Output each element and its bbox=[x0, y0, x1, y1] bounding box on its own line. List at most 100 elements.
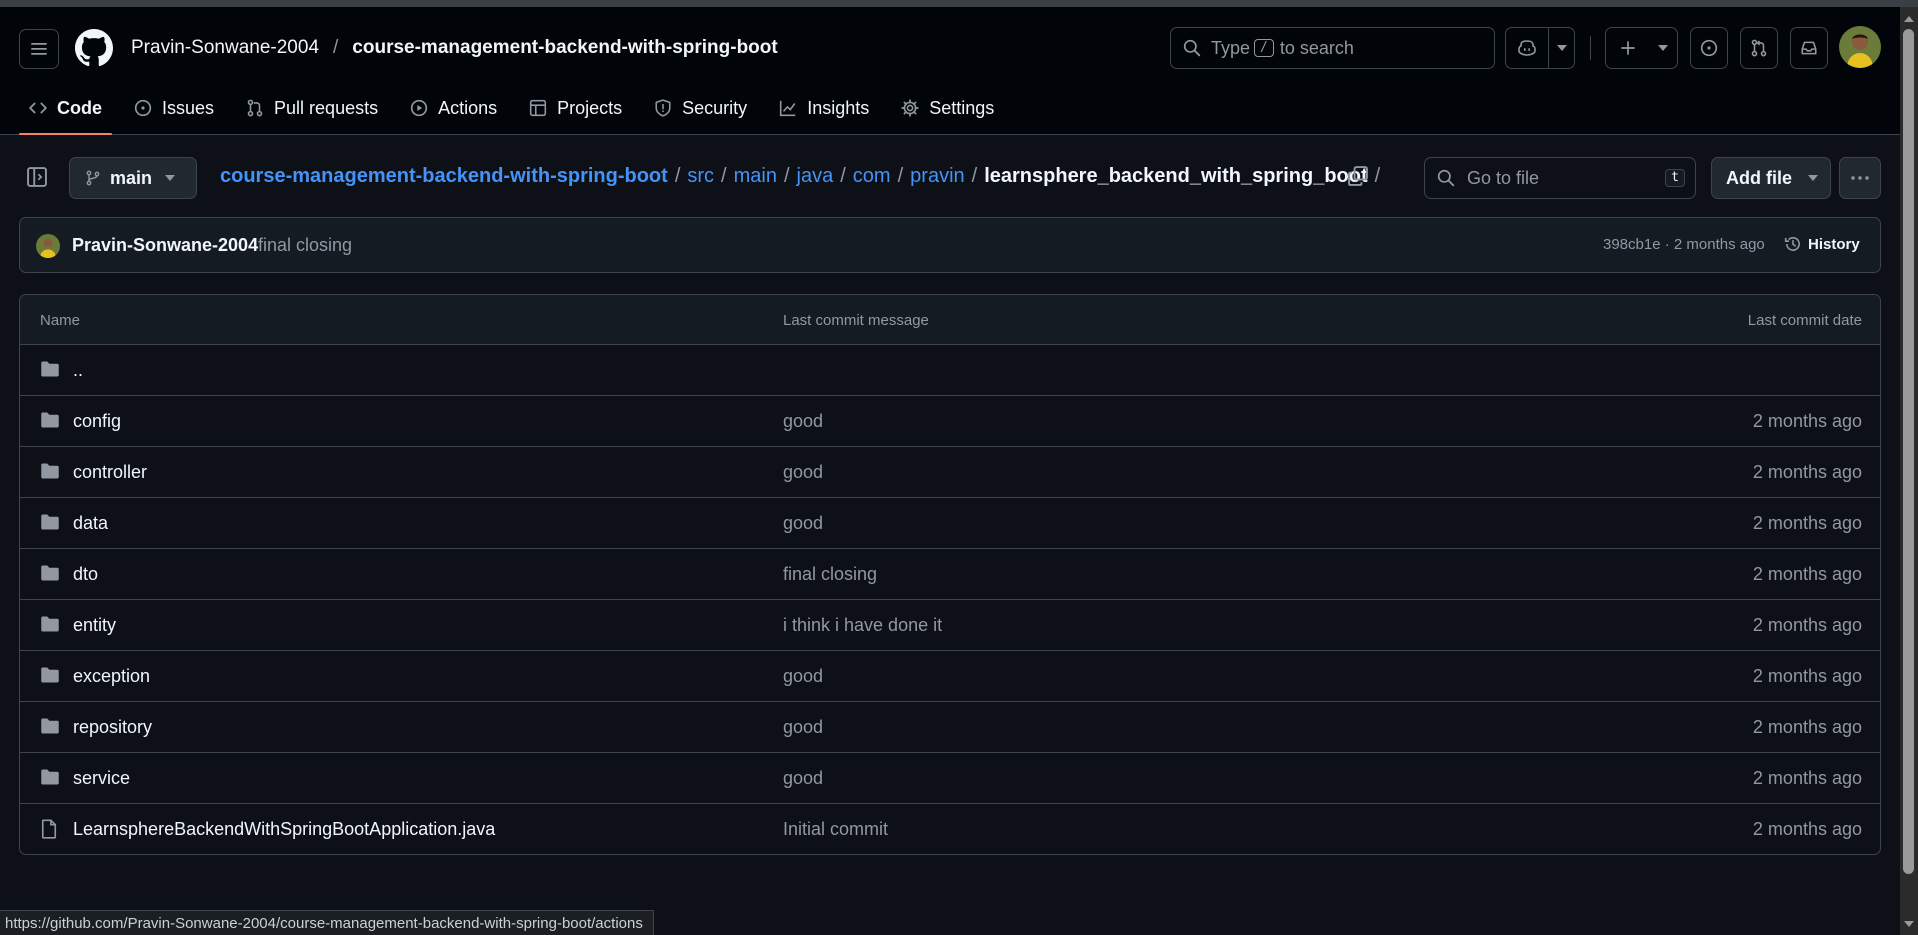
your-issues-button[interactable] bbox=[1690, 27, 1728, 69]
triangle-down-icon bbox=[165, 175, 176, 181]
github-logo-icon[interactable] bbox=[75, 29, 113, 67]
column-header-message: Last commit message bbox=[783, 312, 929, 329]
tab-insights[interactable]: Insights bbox=[769, 87, 879, 129]
hamburger-menu-button[interactable] bbox=[19, 29, 59, 69]
copilot-dropdown-button[interactable] bbox=[1549, 28, 1574, 68]
folder-icon bbox=[40, 717, 60, 735]
add-file-button[interactable]: Add file bbox=[1711, 157, 1831, 199]
breadcrumb-java-link[interactable]: java bbox=[797, 165, 834, 188]
page-scrollbar[interactable] bbox=[1900, 7, 1918, 935]
branch-name: main bbox=[110, 167, 153, 188]
search-prefix: Type bbox=[1211, 37, 1251, 58]
table-row[interactable]: LearnsphereBackendWithSpringBootApplicat… bbox=[20, 804, 1880, 854]
table-row[interactable]: data good 2 months ago bbox=[20, 498, 1880, 549]
commit-author-avatar[interactable] bbox=[36, 234, 60, 258]
tab-issues[interactable]: Issues bbox=[124, 87, 224, 129]
file-table-body: .. config good 2 months ago controller good 2 … bbox=[20, 345, 1880, 854]
commit-message-link[interactable]: good bbox=[783, 462, 823, 483]
file-directory-icon bbox=[41, 514, 59, 530]
repo-tab-nav: Code Issues Pull requests Actions Projec… bbox=[19, 87, 1016, 135]
more-options-button[interactable] bbox=[1839, 157, 1881, 199]
go-to-file-input[interactable]: Go to file t bbox=[1424, 157, 1696, 199]
commit-sha-and-time[interactable]: 398cb1e · 2 months ago bbox=[1603, 236, 1765, 253]
breadcrumb-com-link[interactable]: com bbox=[853, 165, 891, 188]
tab-projects[interactable]: Projects bbox=[519, 87, 632, 129]
user-avatar[interactable] bbox=[1839, 26, 1881, 68]
table-row[interactable]: entity i think i have done it 2 months ago bbox=[20, 600, 1880, 651]
tab-settings[interactable]: Settings bbox=[891, 87, 1004, 129]
table-row[interactable]: controller good 2 months ago bbox=[20, 447, 1880, 498]
file-name-link[interactable]: controller bbox=[73, 462, 147, 483]
commit-date: 2 months ago bbox=[1752, 462, 1862, 482]
context-separator: / bbox=[333, 37, 339, 58]
history-button[interactable]: History bbox=[1784, 235, 1860, 253]
owner-link[interactable]: Pravin-Sonwane-2004 bbox=[131, 37, 319, 59]
status-bar-url: https://github.com/Pravin-Sonwane-2004/c… bbox=[0, 910, 654, 935]
create-new-dropdown[interactable] bbox=[1649, 28, 1677, 68]
file-table: Name Last commit message Last commit dat… bbox=[19, 294, 1881, 855]
file-name-link[interactable]: exception bbox=[73, 666, 150, 687]
file-name-link[interactable]: entity bbox=[73, 615, 116, 636]
file-name-link[interactable]: dto bbox=[73, 564, 98, 585]
global-search-input[interactable]: Type / to search bbox=[1170, 27, 1495, 69]
file-name-link[interactable]: .. bbox=[73, 360, 83, 381]
breadcrumb-separator: / bbox=[971, 165, 978, 187]
commit-message-link[interactable]: good bbox=[783, 666, 823, 687]
table-row[interactable]: exception good 2 months ago bbox=[20, 651, 1880, 702]
notifications-inbox-button[interactable] bbox=[1790, 27, 1828, 69]
scrollbar-thumb[interactable] bbox=[1903, 29, 1914, 874]
breadcrumb-separator: / bbox=[783, 165, 790, 187]
commit-author-link[interactable]: Pravin-Sonwane-2004 bbox=[72, 235, 258, 256]
folder-icon bbox=[40, 615, 60, 633]
commit-message-link[interactable]: good bbox=[783, 411, 823, 432]
commit-date: 2 months ago bbox=[1752, 768, 1862, 788]
commit-message-link[interactable]: final closing bbox=[783, 564, 877, 585]
tab-code[interactable]: Code bbox=[19, 87, 112, 135]
file-name-link[interactable]: config bbox=[73, 411, 121, 432]
file-icon bbox=[40, 819, 58, 839]
copilot-button[interactable] bbox=[1506, 28, 1550, 68]
breadcrumb-separator: / bbox=[721, 165, 727, 187]
table-row[interactable]: repository good 2 months ago bbox=[20, 702, 1880, 753]
file-name-link[interactable]: LearnsphereBackendWithSpringBootApplicat… bbox=[73, 819, 495, 840]
tab-actions[interactable]: Actions bbox=[400, 87, 507, 129]
breadcrumb-main-link[interactable]: main bbox=[734, 165, 777, 188]
git-pull-request-icon bbox=[247, 99, 263, 117]
breadcrumb-pravin-link[interactable]: pravin bbox=[910, 165, 964, 188]
commit-date: 2 months ago bbox=[1752, 717, 1862, 737]
copy-path-button[interactable] bbox=[1347, 165, 1371, 189]
create-new-button[interactable] bbox=[1606, 28, 1649, 68]
search-suffix: to search bbox=[1279, 37, 1354, 58]
latest-commit-bar: Pravin-Sonwane-2004 final closing 398cb1… bbox=[19, 217, 1881, 273]
table-row[interactable]: dto final closing 2 months ago bbox=[20, 549, 1880, 600]
file-name-link[interactable]: service bbox=[73, 768, 130, 789]
table-row[interactable]: .. bbox=[20, 345, 1880, 396]
file-name-link[interactable]: repository bbox=[73, 717, 152, 738]
file-name-link[interactable]: data bbox=[73, 513, 108, 534]
go-to-file-placeholder: Go to file bbox=[1467, 167, 1540, 188]
tab-label: Settings bbox=[929, 97, 995, 118]
scroll-up-arrow-icon[interactable] bbox=[1904, 16, 1914, 22]
tab-pull-requests[interactable]: Pull requests bbox=[236, 87, 388, 129]
file-table-header: Name Last commit message Last commit dat… bbox=[20, 295, 1880, 345]
expand-file-tree-button[interactable] bbox=[26, 166, 50, 190]
tab-security[interactable]: Security bbox=[644, 87, 757, 129]
commit-message-link[interactable]: good bbox=[783, 768, 823, 789]
commit-date: 2 months ago bbox=[1752, 666, 1862, 686]
scroll-down-arrow-icon[interactable] bbox=[1904, 921, 1914, 927]
table-row[interactable]: config good 2 months ago bbox=[20, 396, 1880, 447]
your-pull-requests-button[interactable] bbox=[1740, 27, 1778, 69]
tab-label: Security bbox=[682, 97, 748, 118]
git-branch-icon bbox=[86, 170, 100, 186]
breadcrumb-repo-link[interactable]: course-management-backend-with-spring-bo… bbox=[220, 165, 668, 188]
commit-message-link[interactable]: final closing bbox=[258, 235, 352, 256]
table-row[interactable]: service good 2 months ago bbox=[20, 753, 1880, 804]
breadcrumb-src-link[interactable]: src bbox=[687, 165, 714, 188]
commit-message-link[interactable]: Initial commit bbox=[783, 819, 888, 840]
commit-message-link[interactable]: good bbox=[783, 513, 823, 534]
repo-link[interactable]: course-management-backend-with-spring-bo… bbox=[352, 37, 777, 59]
commit-message-link[interactable]: i think i have done it bbox=[783, 615, 942, 636]
gear-icon bbox=[901, 99, 919, 117]
branch-selector[interactable]: main bbox=[69, 157, 197, 199]
commit-message-link[interactable]: good bbox=[783, 717, 823, 738]
